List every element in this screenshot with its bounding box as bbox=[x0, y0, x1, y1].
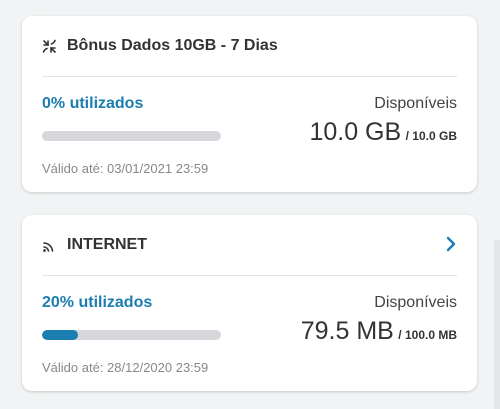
divider bbox=[42, 76, 457, 77]
data-transfer-icon bbox=[42, 39, 57, 54]
bonus-data-card[interactable]: Bônus Dados 10GB - 7 Dias 0% utilizados … bbox=[22, 16, 477, 192]
available-value: 10.0 GB bbox=[309, 118, 402, 146]
divider bbox=[42, 275, 457, 276]
usage-percent-label: 0% utilizados bbox=[42, 95, 144, 112]
available-amount: 79.5 MB / 100.0 MB bbox=[301, 317, 457, 346]
chevron-right-icon[interactable] bbox=[445, 235, 457, 253]
card-title: Bônus Dados 10GB - 7 Dias bbox=[67, 37, 278, 54]
scrollbar[interactable] bbox=[494, 240, 500, 409]
card-header: Bônus Dados 10GB - 7 Dias bbox=[22, 16, 477, 76]
internet-data-card[interactable]: INTERNET 20% utilizados Válido até: 28/1… bbox=[22, 215, 477, 391]
valid-until-text: Válido até: 03/01/2021 23:59 bbox=[42, 161, 209, 176]
available-amount: 10.0 GB / 10.0 GB bbox=[309, 118, 457, 147]
card-title: INTERNET bbox=[67, 236, 147, 253]
wifi-signal-icon bbox=[42, 238, 57, 253]
usage-percent-label: 20% utilizados bbox=[42, 294, 153, 311]
total-value: / 100.0 MB bbox=[398, 328, 457, 342]
available-value: 79.5 MB bbox=[300, 317, 394, 345]
available-label: Disponíveis bbox=[374, 294, 457, 311]
usage-progress-fill bbox=[42, 330, 78, 340]
usage-progress-bar bbox=[42, 131, 221, 141]
total-value: / 10.0 GB bbox=[405, 129, 457, 143]
card-header: INTERNET bbox=[22, 215, 477, 275]
valid-until-text: Válido até: 28/12/2020 23:59 bbox=[42, 360, 209, 375]
usage-progress-bar bbox=[42, 330, 221, 340]
available-label: Disponíveis bbox=[374, 95, 457, 112]
